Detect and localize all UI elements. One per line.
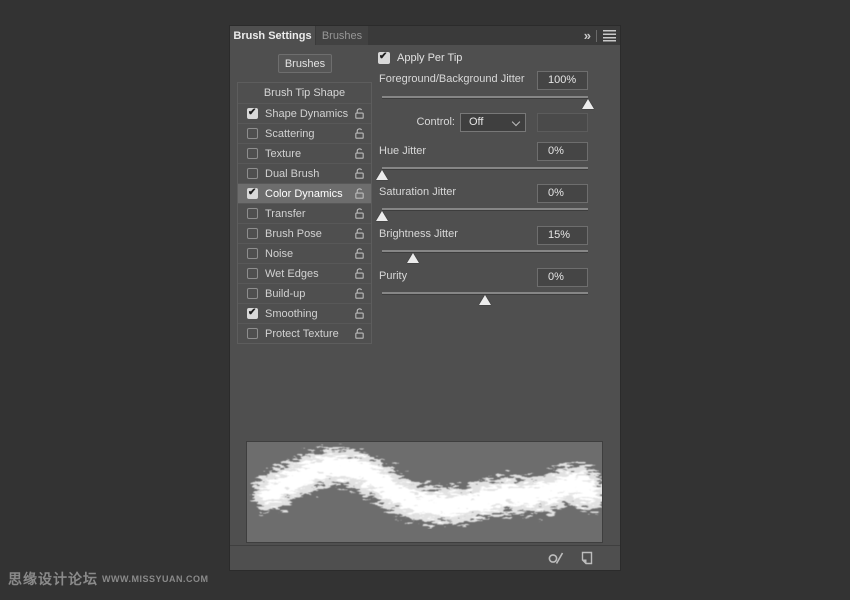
slider-track[interactable]: [382, 167, 588, 170]
purity-slider[interactable]: [382, 292, 588, 306]
checkbox[interactable]: [247, 168, 258, 179]
panel-menu-icon[interactable]: [603, 29, 616, 42]
hue-jitter-label: Hue Jitter: [379, 145, 427, 157]
sidebar-item-build-up[interactable]: Build-up: [238, 283, 371, 303]
new-brush-icon[interactable]: [579, 550, 594, 566]
sidebar-item-scattering[interactable]: Scattering: [238, 123, 371, 143]
slider-thumb[interactable]: [406, 253, 419, 263]
sidebar-item-label: Dual Brush: [265, 167, 320, 180]
watermark-url: WWW.MISSYUAN.COM: [102, 574, 209, 585]
collapse-panel-icon[interactable]: »: [584, 29, 591, 42]
panel-tab-strip: Brush Settings Brushes »: [230, 26, 620, 45]
sidebar-item-label: Texture: [265, 147, 302, 160]
sidebar-item-wet-edges[interactable]: Wet Edges: [238, 263, 371, 283]
checkbox[interactable]: [247, 268, 258, 279]
checkbox[interactable]: [247, 328, 258, 339]
unlock-icon[interactable]: [354, 227, 365, 240]
unlock-icon[interactable]: [354, 327, 365, 340]
checkbox[interactable]: [247, 128, 258, 139]
checkbox[interactable]: [247, 187, 258, 199]
sidebar-item-label: Brush Pose: [265, 227, 322, 240]
chevron-down-icon: [511, 117, 521, 127]
tab-brush-settings[interactable]: Brush Settings: [230, 26, 315, 45]
unlock-icon[interactable]: [354, 247, 365, 260]
checkbox[interactable]: [247, 228, 258, 239]
sidebar-item-label: Shape Dynamics: [265, 107, 349, 120]
saturation-jitter-slider[interactable]: [376, 208, 588, 222]
purity-label: Purity: [379, 270, 408, 282]
sidebar-item-label: Smoothing: [265, 307, 318, 320]
sidebar-item-label: Color Dynamics: [265, 187, 343, 200]
control-dropdown[interactable]: Off: [460, 113, 526, 132]
divider: [596, 29, 597, 42]
sidebar-item-label: Transfer: [265, 207, 306, 220]
brushes-button[interactable]: Brushes: [278, 54, 332, 73]
fg-bg-jitter-slider[interactable]: [382, 96, 594, 110]
slider-thumb[interactable]: [376, 170, 388, 180]
sidebar-item-transfer[interactable]: Transfer: [238, 203, 371, 223]
panel-footer: [230, 545, 620, 570]
bristle-preview-toggle-icon[interactable]: [547, 550, 567, 566]
checkbox[interactable]: [247, 288, 258, 299]
checkbox[interactable]: [247, 148, 258, 159]
control-dropdown-value: Off: [469, 116, 484, 128]
fg-bg-jitter-value[interactable]: 100%: [537, 71, 588, 90]
tab-brushes[interactable]: Brushes: [316, 26, 368, 45]
brush-stroke-image: [253, 449, 606, 524]
sidebar-item-label: Protect Texture: [265, 327, 339, 340]
sidebar-item-texture[interactable]: Texture: [238, 143, 371, 163]
unlock-icon[interactable]: [354, 147, 365, 160]
sidebar-item-label: Wet Edges: [265, 267, 319, 280]
sidebar-item-smoothing[interactable]: Smoothing: [238, 303, 371, 323]
slider-thumb[interactable]: [479, 295, 491, 305]
sidebar-item-label: Scattering: [265, 127, 315, 140]
sidebar-item-noise[interactable]: Noise: [238, 243, 371, 263]
slider-thumb[interactable]: [582, 99, 594, 109]
saturation-jitter-value[interactable]: 0%: [537, 184, 588, 203]
unlock-icon[interactable]: [354, 167, 365, 180]
sidebar-item-brush-pose[interactable]: Brush Pose: [238, 223, 371, 243]
unlock-icon[interactable]: [354, 107, 365, 120]
unlock-icon[interactable]: [354, 207, 365, 220]
saturation-jitter-label: Saturation Jitter: [379, 186, 457, 198]
sidebar-item-shape-dynamics[interactable]: Shape Dynamics: [238, 103, 371, 123]
checkbox[interactable]: [247, 248, 258, 259]
checkbox[interactable]: [247, 107, 258, 119]
control-label: Control:: [416, 116, 455, 128]
brightness-jitter-slider[interactable]: [382, 250, 588, 264]
checkbox[interactable]: [247, 208, 258, 219]
watermark: 思缘设计论坛 WWW.MISSYUAN.COM: [8, 572, 209, 586]
apply-per-tip-checkbox[interactable]: [378, 51, 390, 64]
apply-per-tip-row[interactable]: Apply Per Tip: [378, 51, 463, 64]
checkbox[interactable]: [247, 307, 258, 319]
sidebar-item-color-dynamics[interactable]: Color Dynamics: [238, 183, 371, 203]
unlock-icon[interactable]: [354, 187, 365, 200]
brightness-jitter-label: Brightness Jitter: [379, 228, 458, 240]
sidebar-item-brush-tip-shape[interactable]: Brush Tip Shape: [238, 83, 371, 103]
brush-stroke-preview: [246, 441, 606, 543]
brush-settings-panel: Brush Settings Brushes » Brushes Brush T…: [230, 26, 620, 570]
sidebar-item-label: Build-up: [265, 287, 306, 300]
unlock-icon[interactable]: [354, 307, 365, 320]
purity-value[interactable]: 0%: [537, 268, 588, 287]
brush-settings-sidebar: Brush Tip Shape Shape Dynamics Scatterin…: [237, 82, 372, 344]
brightness-jitter-value[interactable]: 15%: [537, 226, 588, 245]
slider-track[interactable]: [382, 96, 588, 99]
fg-bg-jitter-label: Foreground/Background Jitter: [379, 73, 525, 85]
apply-per-tip-label: Apply Per Tip: [397, 52, 463, 64]
unlock-icon[interactable]: [354, 287, 365, 300]
sidebar-item-label: Noise: [265, 247, 294, 260]
hue-jitter-slider[interactable]: [376, 167, 588, 181]
sidebar-item-protect-texture[interactable]: Protect Texture: [238, 323, 371, 343]
sidebar-item-dual-brush[interactable]: Dual Brush: [238, 163, 371, 183]
control-amount-field-disabled: [537, 113, 588, 132]
unlock-icon[interactable]: [354, 267, 365, 280]
slider-track[interactable]: [382, 208, 588, 211]
slider-thumb[interactable]: [376, 211, 388, 221]
unlock-icon[interactable]: [354, 127, 365, 140]
watermark-site-name: 思缘设计论坛: [8, 571, 98, 587]
hue-jitter-value[interactable]: 0%: [537, 142, 588, 161]
